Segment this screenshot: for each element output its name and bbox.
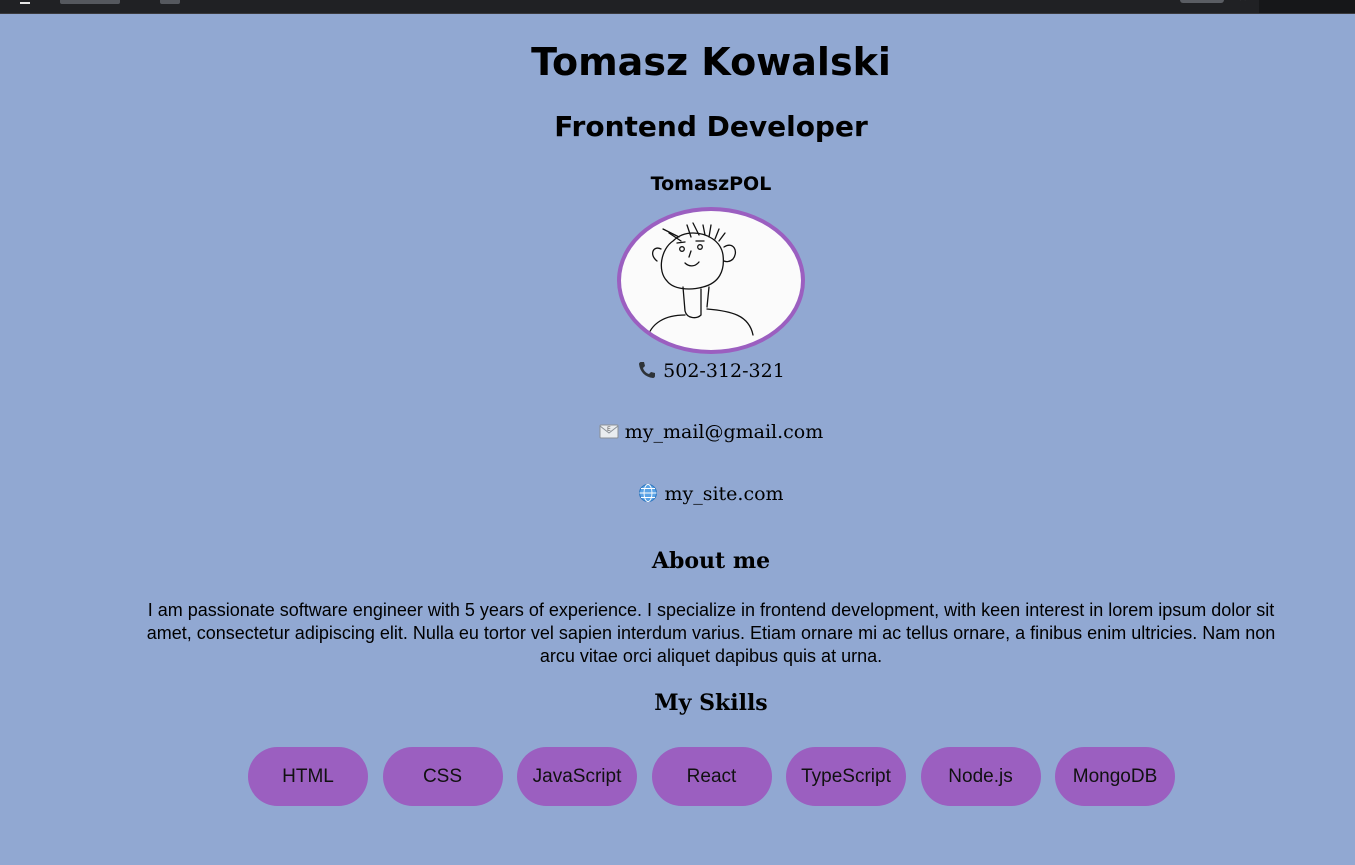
toolbar-edge xyxy=(1259,0,1355,13)
about-text: I am passionate software engineer with 5… xyxy=(146,600,1276,666)
website-link[interactable]: my_site.com xyxy=(664,483,783,505)
phone-icon xyxy=(637,360,657,380)
email-address[interactable]: my_mail@gmail.com xyxy=(625,421,824,443)
toolbar-pill[interactable] xyxy=(1180,0,1224,3)
tab-strip-fragment xyxy=(60,0,120,4)
website-line: my_site.com xyxy=(0,482,1355,506)
menu-icon[interactable] xyxy=(20,0,30,4)
skill-mongodb[interactable]: MongoDB xyxy=(1055,747,1175,806)
skill-typescript[interactable]: TypeScript xyxy=(786,747,906,806)
job-title: Frontend Developer xyxy=(554,110,868,143)
close-icon[interactable]: ✕ xyxy=(1238,0,1247,4)
avatar-drawing xyxy=(646,222,754,340)
envelope-icon: E xyxy=(599,421,619,441)
skill-react[interactable]: React xyxy=(651,747,772,806)
skill-html[interactable]: HTML xyxy=(248,747,368,806)
skill-css[interactable]: CSS xyxy=(382,747,503,806)
skills-list: HTML CSS JavaScript React TypeScript Nod… xyxy=(248,747,1175,806)
about-heading: About me xyxy=(651,548,771,574)
browser-top-bar: ✕ xyxy=(0,0,1355,14)
page-title: Tomasz Kowalski xyxy=(531,40,891,84)
nickname: TomaszPOL xyxy=(650,173,772,195)
phone-number[interactable]: 502-312-321 xyxy=(663,360,785,382)
skill-javascript[interactable]: JavaScript xyxy=(517,747,637,806)
skills-heading: My Skills xyxy=(654,690,768,716)
phone-line: 502-312-321 xyxy=(0,359,1355,383)
svg-text:E: E xyxy=(607,426,611,433)
email-line: E my_mail@gmail.com xyxy=(0,420,1355,444)
tab-strip-fragment xyxy=(160,0,180,4)
skill-nodejs[interactable]: Node.js xyxy=(920,747,1041,806)
avatar xyxy=(617,207,805,354)
globe-icon xyxy=(638,483,658,503)
